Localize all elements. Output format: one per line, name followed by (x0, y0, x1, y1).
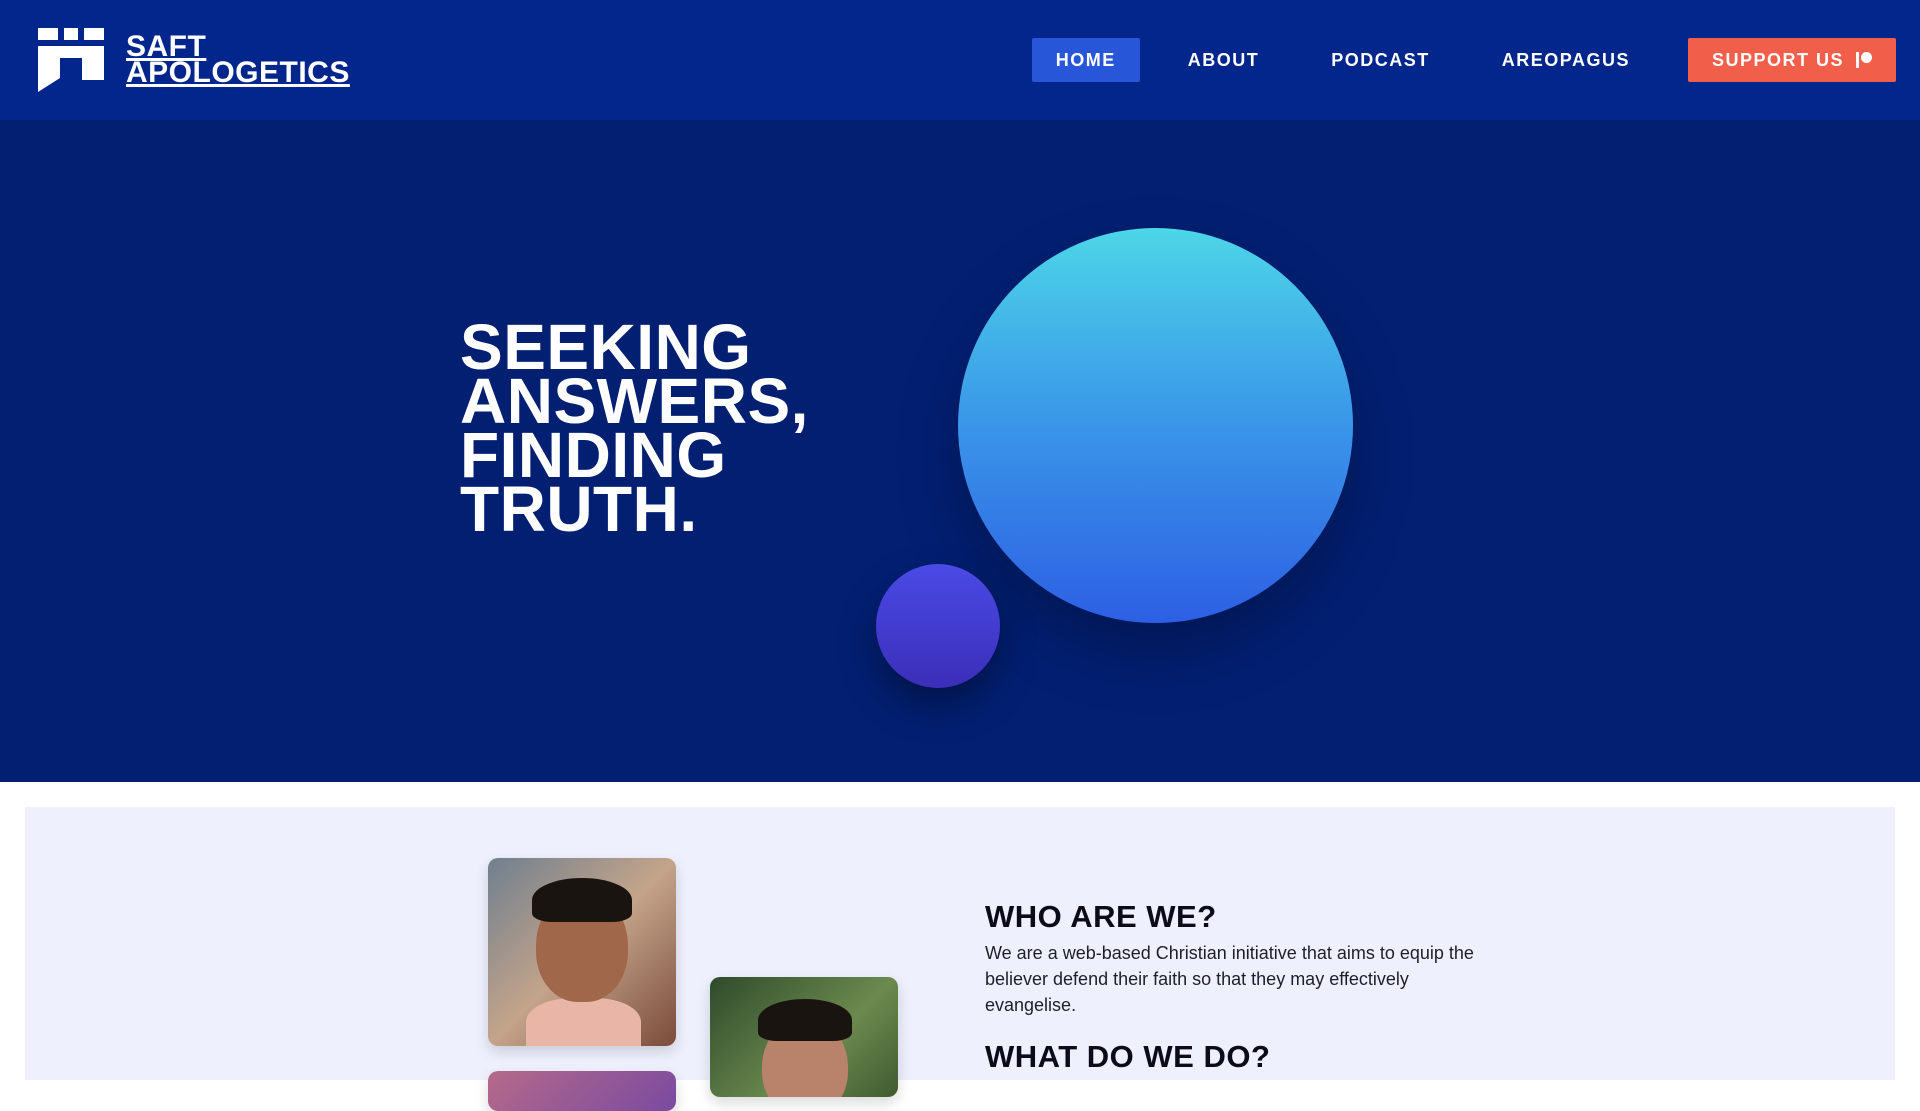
hero-small-circle (876, 564, 1000, 688)
brand-line-2: APOLOGETICS (126, 56, 350, 89)
hero-title: SEEKING ANSWERS, FINDING TRUTH. (460, 315, 809, 545)
nav-about[interactable]: ABOUT (1164, 38, 1284, 82)
team-photo-2 (710, 977, 898, 1097)
brand-home-link[interactable]: SAFT APOLOGETICS (38, 28, 350, 92)
team-photo-3 (488, 1071, 676, 1111)
main-nav: HOME ABOUT PODCAST AREOPAGUS SUPPORT US (1031, 38, 1896, 82)
support-us-button[interactable]: SUPPORT US (1687, 38, 1896, 82)
nav-areopagus[interactable]: AREOPAGUS (1478, 38, 1654, 82)
who-are-we-text: We are a web-based Christian initiative … (985, 943, 1474, 1015)
hero-large-circle (958, 228, 1353, 623)
brand-name: SAFT APOLOGETICS (126, 32, 350, 89)
patreon-icon (1856, 52, 1872, 68)
about-section: WHO ARE WE? We are a web-based Christian… (25, 807, 1895, 1111)
hero-title-line-4: TRUTH. (460, 473, 698, 545)
nav-home[interactable]: HOME (1031, 38, 1140, 82)
what-do-we-do-heading: WHAT DO WE DO? (985, 1039, 1271, 1074)
team-photo-1 (488, 858, 676, 1046)
cross-flag-logo-icon (38, 28, 104, 92)
who-are-we-heading: WHO ARE WE? (985, 899, 1217, 934)
site-header: SAFT APOLOGETICS HOME ABOUT PODCAST AREO… (0, 0, 1920, 120)
support-us-label: SUPPORT US (1711, 49, 1844, 70)
nav-podcast[interactable]: PODCAST (1307, 38, 1454, 82)
hero-section: SEEKING ANSWERS, FINDING TRUTH. (0, 120, 1920, 782)
